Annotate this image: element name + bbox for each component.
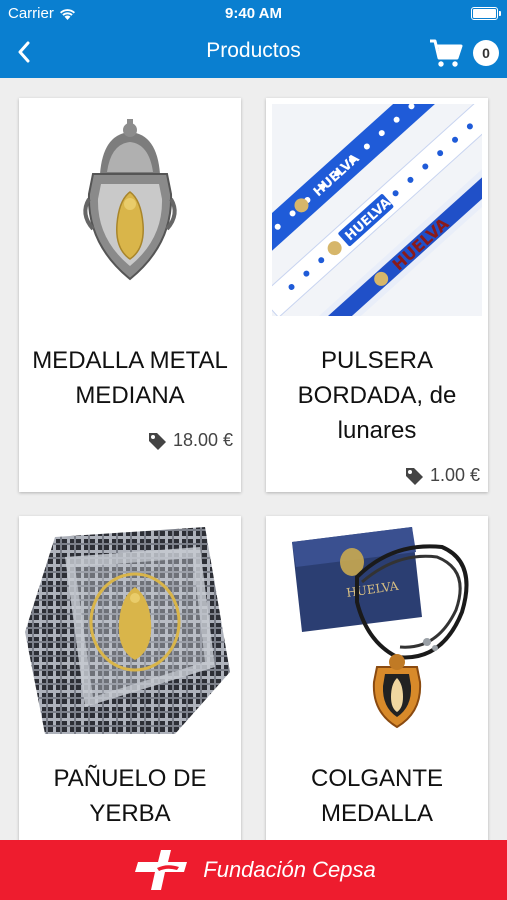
cepsa-logo-icon (135, 850, 188, 890)
cart-count-badge: 0 (473, 40, 499, 66)
price-value: 18.00 € (172, 430, 233, 450)
cart-icon (430, 39, 463, 67)
tag-icon (405, 467, 423, 485)
price-value: 1.00 € (429, 465, 480, 485)
tag-icon (148, 432, 166, 450)
status-time: 9:40 AM (225, 5, 282, 22)
product-card[interactable]: HUELVA HUELVA HUELVA PULSERA BORDADA, de… (266, 98, 488, 492)
product-name: MEDALLA METAL MEDIANA (32, 347, 228, 409)
product-name: PAÑUELO DE YERBA (53, 765, 207, 827)
product-image-medal (25, 104, 235, 316)
product-image-scarf (25, 522, 235, 734)
product-grid: MEDALLA METAL MEDIANA 18.00 € HUELVA HUE… (0, 78, 507, 840)
product-card[interactable]: PAÑUELO DE YERBA (19, 516, 241, 840)
product-card[interactable]: MEDALLA METAL MEDIANA 18.00 € (19, 98, 241, 492)
product-card[interactable]: HUELVA COLGANTE MEDALLA (266, 516, 488, 840)
nav-bar: Productos 0 (0, 28, 507, 78)
product-name: COLGANTE MEDALLA (310, 765, 444, 827)
battery-icon (471, 7, 501, 20)
cart-button[interactable]: 0 (429, 33, 499, 73)
product-image-pendant: HUELVA (272, 522, 482, 734)
status-bar: Carrier 9:40 AM (0, 0, 507, 28)
product-image-bracelet: HUELVA HUELVA HUELVA (272, 104, 482, 316)
product-name: PULSERA BORDADA, de lunares (297, 347, 457, 444)
footer-brand-text: Fundación Cepsa (203, 857, 376, 882)
footer-banner: Fundación Cepsa (0, 840, 507, 900)
product-price: 18.00 € (147, 430, 233, 451)
product-price: 1.00 € (404, 465, 480, 486)
